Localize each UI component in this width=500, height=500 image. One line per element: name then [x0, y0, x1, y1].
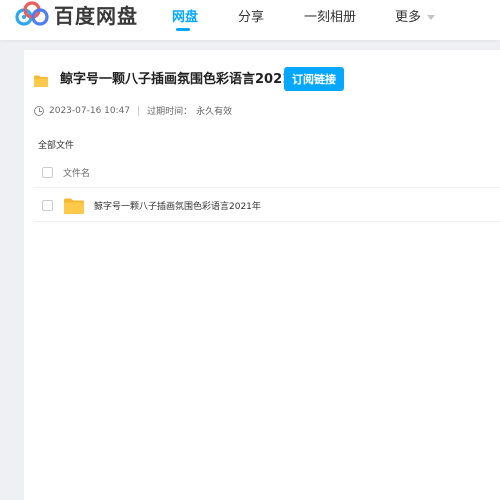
- share-panel: 鲸字号一颗八子插画氛围色彩语言2021... 订阅链接 2023-07-16 1…: [24, 50, 500, 500]
- share-date: 2023-07-16 10:47: [49, 105, 131, 116]
- expiry-label: 过期时间：: [147, 107, 193, 117]
- nav-active-indicator: [176, 28, 190, 31]
- nav-item-share[interactable]: 分享: [238, 6, 264, 25]
- cloud-logo-icon: [15, 1, 49, 27]
- nav-item-netdisk[interactable]: 网盘: [172, 6, 198, 25]
- share-title: 鲸字号一颗八子插画氛围色彩语言2021...: [60, 72, 306, 87]
- divider: [138, 105, 140, 116]
- subscribe-link-button[interactable]: 订阅链接: [284, 67, 344, 91]
- file-name[interactable]: 鲸字号一颗八子插画氛围色彩语言2021年: [94, 199, 261, 212]
- chevron-down-icon: [427, 15, 436, 20]
- folder-icon: [64, 198, 84, 214]
- row-checkbox[interactable]: [42, 200, 53, 211]
- baidu-netdisk-logo[interactable]: 百度网盘: [15, 0, 138, 28]
- breadcrumb[interactable]: 全部文件: [38, 138, 74, 151]
- nav-item-more-label: 更多: [395, 10, 422, 25]
- nav-item-more[interactable]: 更多: [395, 6, 436, 25]
- share-meta: 2023-07-16 10:47 过期时间： 永久有效: [34, 104, 232, 117]
- top-navigation-bar: 百度网盘 网盘 分享 一刻相册 更多: [0, 0, 500, 40]
- table-row[interactable]: 鲸字号一颗八子插画氛围色彩语言2021年: [34, 190, 500, 222]
- nav-item-album[interactable]: 一刻相册: [304, 6, 356, 25]
- folder-icon: [34, 72, 48, 87]
- brand-name: 百度网盘: [54, 3, 138, 28]
- select-all-checkbox[interactable]: [42, 167, 53, 178]
- expiry-value: 永久有效: [196, 107, 233, 117]
- column-header-filename[interactable]: 文件名: [63, 166, 90, 179]
- clock-icon: [34, 105, 44, 116]
- file-list-header: 文件名: [34, 158, 500, 188]
- share-header: 鲸字号一颗八子插画氛围色彩语言2021...: [34, 68, 306, 87]
